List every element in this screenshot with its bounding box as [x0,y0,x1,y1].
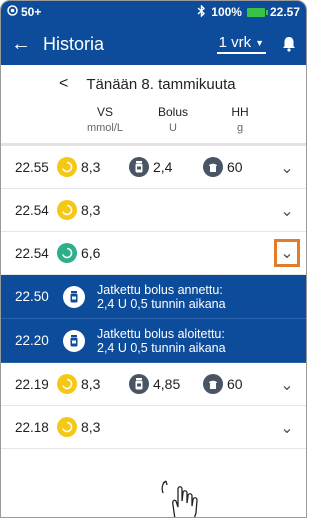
glucose-drop-icon [57,200,77,220]
carb-bread-icon [203,374,223,394]
glucose-drop-icon [57,374,77,394]
history-row[interactable]: 22.55 8,3 2,4 60 ⌄ [1,146,306,189]
bolus-value: 2,4 [153,159,173,175]
column-unit: U [169,122,177,134]
range-value: 1 vrk [218,34,252,51]
insulin-vial-icon [63,329,85,352]
page-title: Historia [43,33,105,54]
chevron-left-icon[interactable]: < [59,75,68,93]
chevron-down-icon[interactable]: ⌄ [278,201,296,221]
range-dropdown[interactable]: 1 vrk ▼ [216,34,266,54]
notification-icon [7,5,18,19]
glucose-drop-icon [57,417,77,437]
row-time: 22.20 [15,333,49,348]
chevron-down-icon[interactable]: ⌄ [274,239,300,267]
row-time: 22.54 [15,245,49,261]
bolus-message: Jatkettu bolus annettu: 2,4 U 0,5 tunnin… [97,282,226,311]
bolus-value: 4,85 [153,376,181,392]
bolus-message: Jatkettu bolus aloitettu: 2,4 U 0,5 tunn… [97,326,226,355]
history-row[interactable]: 22.18 8,3 ⌄ [1,406,306,449]
carb-bread-icon [203,157,223,177]
column-vs: VS mmol/L [77,105,133,134]
history-row[interactable]: 22.19 8,3 4,85 60 ⌄ [1,363,306,406]
status-bar: 50+ 100% 22.57 [1,1,306,23]
hh-value: 60 [227,159,243,175]
column-label: HH [231,105,249,119]
history-row[interactable]: 22.54 8,3 ⌄ [1,189,306,232]
back-arrow-icon[interactable]: ← [11,33,37,56]
vs-value: 8,3 [81,419,101,435]
bell-icon[interactable] [282,36,296,52]
row-time: 22.18 [15,419,49,435]
insulin-vial-icon [63,285,85,308]
vs-value: 6,6 [81,245,101,261]
chevron-down-icon[interactable]: ⌄ [278,418,296,438]
vs-value: 8,3 [81,376,101,392]
app-bar: ← Historia 1 vrk ▼ [1,23,306,65]
extended-bolus-row[interactable]: 22.20 Jatkettu bolus aloitettu: 2,4 U 0,… [1,319,306,363]
column-bolus: Bolus U [153,105,193,134]
caret-down-icon: ▼ [255,37,264,48]
history-row[interactable]: 22.54 6,6 ⌄ [1,232,306,275]
chevron-down-icon[interactable]: ⌄ [278,375,296,395]
date-navigation: < Tänään 8. tammikuuta [1,65,306,103]
row-time: 22.50 [15,289,49,304]
column-label: Bolus [157,105,189,119]
hh-value: 60 [227,376,243,392]
vs-value: 8,3 [81,202,101,218]
battery-percent: 100% [211,5,242,19]
phone-screen: 50+ 100% 22.57 ← Historia 1 vrk ▼ < Tänä… [0,0,307,518]
vs-value: 8,3 [81,159,101,175]
column-unit: g [236,122,244,134]
insulin-vial-icon [129,157,149,177]
extended-bolus-row[interactable]: 22.50 Jatkettu bolus annettu: 2,4 U 0,5 … [1,275,306,319]
battery-icon [246,7,268,17]
insulin-vial-icon [129,374,149,394]
row-time: 22.55 [15,159,49,175]
column-unit: mmol/L [86,122,124,134]
chevron-down-icon[interactable]: ⌄ [278,158,296,178]
clock: 22.57 [269,5,300,19]
column-headers: VS mmol/L Bolus U HH g [1,103,306,143]
bluetooth-icon [197,3,206,20]
column-label: VS [96,105,113,119]
glucose-drop-icon [57,243,77,263]
row-time: 22.54 [15,202,49,218]
scroll-gesture-hand-icon [157,479,203,517]
notification-count: 50+ [21,5,42,19]
glucose-drop-icon [57,157,77,177]
column-hh: HH g [225,105,255,134]
date-label: Tänään 8. tammikuuta [86,75,236,93]
row-time: 22.19 [15,376,49,392]
